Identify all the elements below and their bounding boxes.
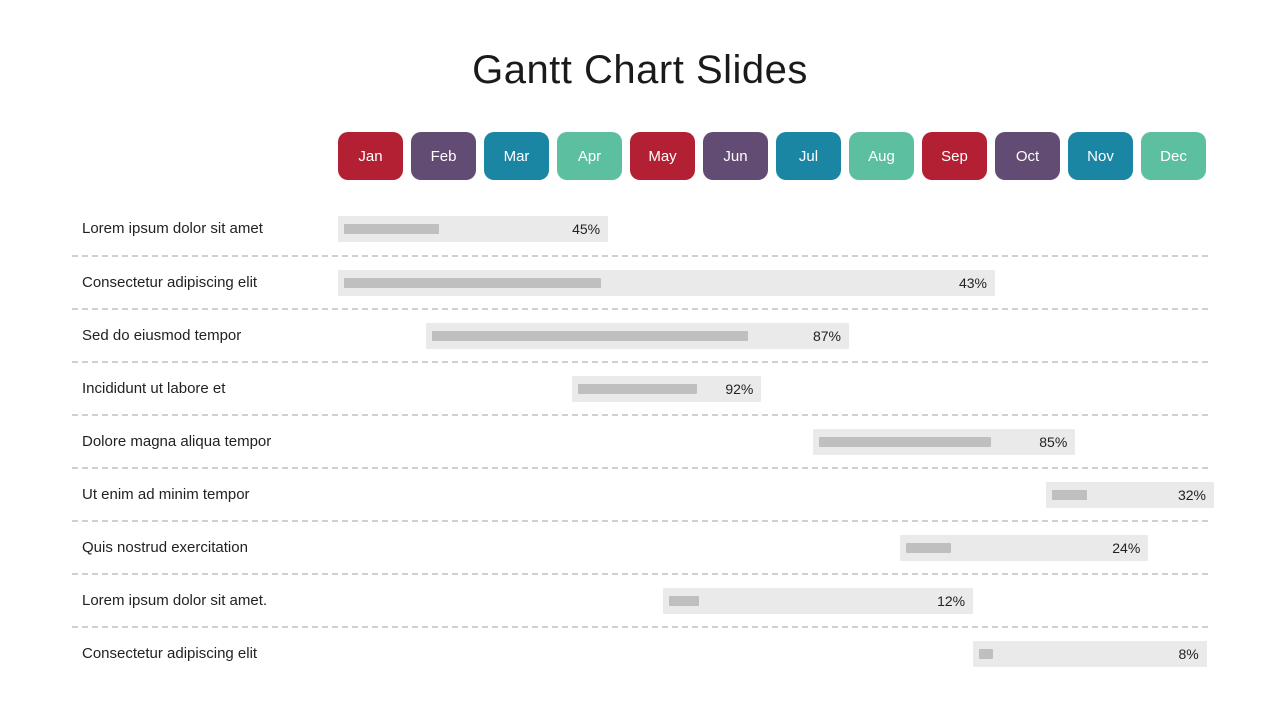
task-percent: 12% — [937, 588, 965, 614]
task-bar: 45% — [338, 216, 608, 242]
task-bar: 43% — [338, 270, 995, 296]
month-aug: Aug — [849, 132, 914, 180]
gantt-row: Quis nostrud exercitation 24% — [72, 520, 1208, 573]
task-label: Dolore magna aliqua tempor — [72, 433, 338, 450]
month-mar: Mar — [484, 132, 549, 180]
task-bar: 92% — [572, 376, 762, 402]
gantt-row: Consectetur adipiscing elit 43% — [72, 255, 1208, 308]
slide: Gantt Chart Slides JanFebMarAprMayJunJul… — [0, 0, 1280, 720]
task-label: Sed do eiusmod tempor — [72, 327, 338, 344]
task-label: Lorem ipsum dolor sit amet — [72, 220, 338, 237]
month-nov: Nov — [1068, 132, 1133, 180]
month-feb: Feb — [411, 132, 476, 180]
task-progress — [819, 437, 991, 447]
page-title: Gantt Chart Slides — [0, 48, 1280, 93]
task-bar: 8% — [973, 641, 1207, 667]
task-progress — [1052, 490, 1087, 500]
month-sep: Sep — [922, 132, 987, 180]
task-percent: 32% — [1178, 482, 1206, 508]
gantt-row: Lorem ipsum dolor sit amet 45% — [72, 202, 1208, 255]
task-progress — [578, 384, 697, 394]
gantt-row: Sed do eiusmod tempor 87% — [72, 308, 1208, 361]
gantt-row: Lorem ipsum dolor sit amet. 12% — [72, 573, 1208, 626]
task-bar: 12% — [663, 588, 973, 614]
task-track: 45% — [338, 216, 1208, 242]
gantt-chart: JanFebMarAprMayJunJulAugSepOctNovDec Lor… — [72, 132, 1208, 679]
task-bar: 32% — [1046, 482, 1214, 508]
task-label: Quis nostrud exercitation — [72, 539, 338, 556]
month-header-row: JanFebMarAprMayJunJulAugSepOctNovDec — [338, 132, 1208, 180]
gantt-row: Incididunt ut labore et 92% — [72, 361, 1208, 414]
task-progress — [906, 543, 951, 553]
task-track: 87% — [338, 323, 1208, 349]
task-percent: 8% — [1178, 641, 1198, 667]
task-track: 12% — [338, 588, 1208, 614]
task-percent: 43% — [959, 270, 987, 296]
task-progress — [432, 331, 748, 341]
month-apr: Apr — [557, 132, 622, 180]
task-bar: 87% — [426, 323, 849, 349]
month-may: May — [630, 132, 695, 180]
task-label: Consectetur adipiscing elit — [72, 645, 338, 662]
task-track: 43% — [338, 270, 1208, 296]
gantt-row: Dolore magna aliqua tempor 85% — [72, 414, 1208, 467]
task-percent: 92% — [725, 376, 753, 402]
task-progress — [979, 649, 993, 659]
month-dec: Dec — [1141, 132, 1206, 180]
month-oct: Oct — [995, 132, 1060, 180]
task-percent: 87% — [813, 323, 841, 349]
month-jul: Jul — [776, 132, 841, 180]
task-bar: 24% — [900, 535, 1148, 561]
task-label: Ut enim ad minim tempor — [72, 486, 338, 503]
task-percent: 24% — [1112, 535, 1140, 561]
task-percent: 45% — [572, 216, 600, 242]
task-track: 85% — [338, 429, 1208, 455]
month-jan: Jan — [338, 132, 403, 180]
task-label: Lorem ipsum dolor sit amet. — [72, 592, 338, 609]
task-track: 92% — [338, 376, 1208, 402]
task-progress — [669, 596, 699, 606]
month-jun: Jun — [703, 132, 768, 180]
task-label: Incididunt ut labore et — [72, 380, 338, 397]
task-label: Consectetur adipiscing elit — [72, 274, 338, 291]
task-track: 24% — [338, 535, 1208, 561]
gantt-row: Ut enim ad minim tempor 32% — [72, 467, 1208, 520]
gantt-rows: Lorem ipsum dolor sit amet 45% Consectetur… — [72, 202, 1208, 679]
task-track: 8% — [338, 641, 1208, 667]
gantt-row: Consectetur adipiscing elit 8% — [72, 626, 1208, 679]
task-progress — [344, 224, 439, 234]
task-bar: 85% — [813, 429, 1076, 455]
task-track: 32% — [338, 482, 1208, 508]
task-percent: 85% — [1039, 429, 1067, 455]
task-progress — [344, 278, 601, 288]
